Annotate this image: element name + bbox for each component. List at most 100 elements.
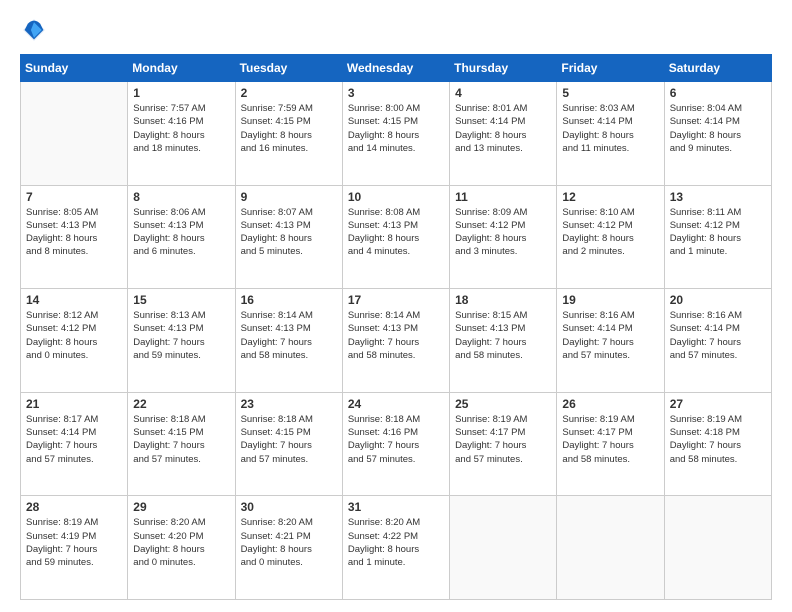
day-info: Sunrise: 8:18 AMSunset: 4:15 PMDaylight:… — [241, 413, 337, 466]
weekday-header: Friday — [557, 55, 664, 82]
day-info: Sunrise: 8:18 AMSunset: 4:15 PMDaylight:… — [133, 413, 229, 466]
day-info: Sunrise: 8:16 AMSunset: 4:14 PMDaylight:… — [562, 309, 658, 362]
calendar-cell — [21, 82, 128, 186]
day-number: 1 — [133, 86, 229, 100]
day-info: Sunrise: 8:19 AMSunset: 4:17 PMDaylight:… — [562, 413, 658, 466]
calendar-cell: 29 Sunrise: 8:20 AMSunset: 4:20 PMDayligh… — [128, 496, 235, 600]
calendar-cell — [664, 496, 771, 600]
day-number: 9 — [241, 190, 337, 204]
calendar-cell: 22 Sunrise: 8:18 AMSunset: 4:15 PMDayligh… — [128, 392, 235, 496]
day-number: 5 — [562, 86, 658, 100]
day-info: Sunrise: 7:59 AMSunset: 4:15 PMDaylight:… — [241, 102, 337, 155]
page: SundayMondayTuesdayWednesdayThursdayFrid… — [0, 0, 792, 612]
day-info: Sunrise: 8:08 AMSunset: 4:13 PMDaylight:… — [348, 206, 444, 259]
weekday-header: Thursday — [450, 55, 557, 82]
calendar-cell: 11 Sunrise: 8:09 AMSunset: 4:12 PMDayligh… — [450, 185, 557, 289]
calendar-cell: 6 Sunrise: 8:04 AMSunset: 4:14 PMDaylight… — [664, 82, 771, 186]
day-number: 8 — [133, 190, 229, 204]
calendar-cell: 12 Sunrise: 8:10 AMSunset: 4:12 PMDayligh… — [557, 185, 664, 289]
calendar-cell — [450, 496, 557, 600]
day-number: 20 — [670, 293, 766, 307]
calendar-cell: 5 Sunrise: 8:03 AMSunset: 4:14 PMDaylight… — [557, 82, 664, 186]
day-info: Sunrise: 7:57 AMSunset: 4:16 PMDaylight:… — [133, 102, 229, 155]
day-number: 21 — [26, 397, 122, 411]
day-number: 7 — [26, 190, 122, 204]
day-info: Sunrise: 8:11 AMSunset: 4:12 PMDaylight:… — [670, 206, 766, 259]
calendar-cell: 23 Sunrise: 8:18 AMSunset: 4:15 PMDayligh… — [235, 392, 342, 496]
calendar-cell: 8 Sunrise: 8:06 AMSunset: 4:13 PMDaylight… — [128, 185, 235, 289]
calendar-cell: 2 Sunrise: 7:59 AMSunset: 4:15 PMDaylight… — [235, 82, 342, 186]
day-info: Sunrise: 8:20 AMSunset: 4:20 PMDaylight:… — [133, 516, 229, 569]
day-number: 22 — [133, 397, 229, 411]
day-number: 16 — [241, 293, 337, 307]
day-info: Sunrise: 8:05 AMSunset: 4:13 PMDaylight:… — [26, 206, 122, 259]
calendar-cell: 27 Sunrise: 8:19 AMSunset: 4:18 PMDayligh… — [664, 392, 771, 496]
day-number: 28 — [26, 500, 122, 514]
day-number: 17 — [348, 293, 444, 307]
day-number: 31 — [348, 500, 444, 514]
day-number: 25 — [455, 397, 551, 411]
calendar-cell: 15 Sunrise: 8:13 AMSunset: 4:13 PMDayligh… — [128, 289, 235, 393]
day-number: 27 — [670, 397, 766, 411]
calendar-cell: 28 Sunrise: 8:19 AMSunset: 4:19 PMDayligh… — [21, 496, 128, 600]
day-number: 6 — [670, 86, 766, 100]
calendar-cell: 24Sunrise: 8:18 AMSunset: 4:16 PMDayligh… — [342, 392, 449, 496]
day-info: Sunrise: 8:20 AMSunset: 4:21 PMDaylight:… — [241, 516, 337, 569]
day-number: 30 — [241, 500, 337, 514]
day-info: Sunrise: 8:20 AMSunset: 4:22 PMDaylight:… — [348, 516, 444, 569]
calendar-cell: 7 Sunrise: 8:05 AMSunset: 4:13 PMDaylight… — [21, 185, 128, 289]
day-number: 4 — [455, 86, 551, 100]
weekday-header: Saturday — [664, 55, 771, 82]
day-number: 3 — [348, 86, 444, 100]
calendar-cell: 18 Sunrise: 8:15 AMSunset: 4:13 PMDayligh… — [450, 289, 557, 393]
calendar-cell: 4 Sunrise: 8:01 AMSunset: 4:14 PMDaylight… — [450, 82, 557, 186]
day-info: Sunrise: 8:03 AMSunset: 4:14 PMDaylight:… — [562, 102, 658, 155]
calendar-cell: 25Sunrise: 8:19 AMSunset: 4:17 PMDayligh… — [450, 392, 557, 496]
calendar-cell: 9 Sunrise: 8:07 AMSunset: 4:13 PMDaylight… — [235, 185, 342, 289]
day-number: 10 — [348, 190, 444, 204]
calendar-table: SundayMondayTuesdayWednesdayThursdayFrid… — [20, 54, 772, 600]
day-info: Sunrise: 8:06 AMSunset: 4:13 PMDaylight:… — [133, 206, 229, 259]
day-info: Sunrise: 8:14 AMSunset: 4:13 PMDaylight:… — [241, 309, 337, 362]
day-number: 19 — [562, 293, 658, 307]
day-info: Sunrise: 8:13 AMSunset: 4:13 PMDaylight:… — [133, 309, 229, 362]
header — [20, 16, 772, 44]
weekday-header: Monday — [128, 55, 235, 82]
day-number: 18 — [455, 293, 551, 307]
calendar-cell: 17 Sunrise: 8:14 AMSunset: 4:13 PMDayligh… — [342, 289, 449, 393]
calendar-cell — [557, 496, 664, 600]
calendar-cell: 13 Sunrise: 8:11 AMSunset: 4:12 PMDayligh… — [664, 185, 771, 289]
day-info: Sunrise: 8:01 AMSunset: 4:14 PMDaylight:… — [455, 102, 551, 155]
day-info: Sunrise: 8:16 AMSunset: 4:14 PMDaylight:… — [670, 309, 766, 362]
day-number: 24 — [348, 397, 444, 411]
calendar-cell: 21 Sunrise: 8:17 AMSunset: 4:14 PMDayligh… — [21, 392, 128, 496]
day-info: Sunrise: 8:04 AMSunset: 4:14 PMDaylight:… — [670, 102, 766, 155]
day-number: 26 — [562, 397, 658, 411]
calendar-cell: 10 Sunrise: 8:08 AMSunset: 4:13 PMDayligh… — [342, 185, 449, 289]
day-number: 2 — [241, 86, 337, 100]
day-info: Sunrise: 8:19 AMSunset: 4:18 PMDaylight:… — [670, 413, 766, 466]
day-info: Sunrise: 8:07 AMSunset: 4:13 PMDaylight:… — [241, 206, 337, 259]
calendar-cell: 31 Sunrise: 8:20 AMSunset: 4:22 PMDayligh… — [342, 496, 449, 600]
calendar-cell: 3 Sunrise: 8:00 AMSunset: 4:15 PMDaylight… — [342, 82, 449, 186]
day-info: Sunrise: 8:09 AMSunset: 4:12 PMDaylight:… — [455, 206, 551, 259]
day-number: 29 — [133, 500, 229, 514]
weekday-header: Tuesday — [235, 55, 342, 82]
day-number: 13 — [670, 190, 766, 204]
calendar-cell: 26 Sunrise: 8:19 AMSunset: 4:17 PMDayligh… — [557, 392, 664, 496]
day-info: Sunrise: 8:15 AMSunset: 4:13 PMDaylight:… — [455, 309, 551, 362]
day-info: Sunrise: 8:00 AMSunset: 4:15 PMDaylight:… — [348, 102, 444, 155]
calendar-cell: 14Sunrise: 8:12 AMSunset: 4:12 PMDayligh… — [21, 289, 128, 393]
day-number: 23 — [241, 397, 337, 411]
day-number: 12 — [562, 190, 658, 204]
day-number: 11 — [455, 190, 551, 204]
day-info: Sunrise: 8:14 AMSunset: 4:13 PMDaylight:… — [348, 309, 444, 362]
day-info: Sunrise: 8:19 AMSunset: 4:19 PMDaylight:… — [26, 516, 122, 569]
day-number: 15 — [133, 293, 229, 307]
weekday-header: Wednesday — [342, 55, 449, 82]
day-info: Sunrise: 8:10 AMSunset: 4:12 PMDaylight:… — [562, 206, 658, 259]
day-number: 14 — [26, 293, 122, 307]
calendar-cell: 16 Sunrise: 8:14 AMSunset: 4:13 PMDayligh… — [235, 289, 342, 393]
calendar-cell: 30 Sunrise: 8:20 AMSunset: 4:21 PMDayligh… — [235, 496, 342, 600]
day-info: Sunrise: 8:17 AMSunset: 4:14 PMDaylight:… — [26, 413, 122, 466]
